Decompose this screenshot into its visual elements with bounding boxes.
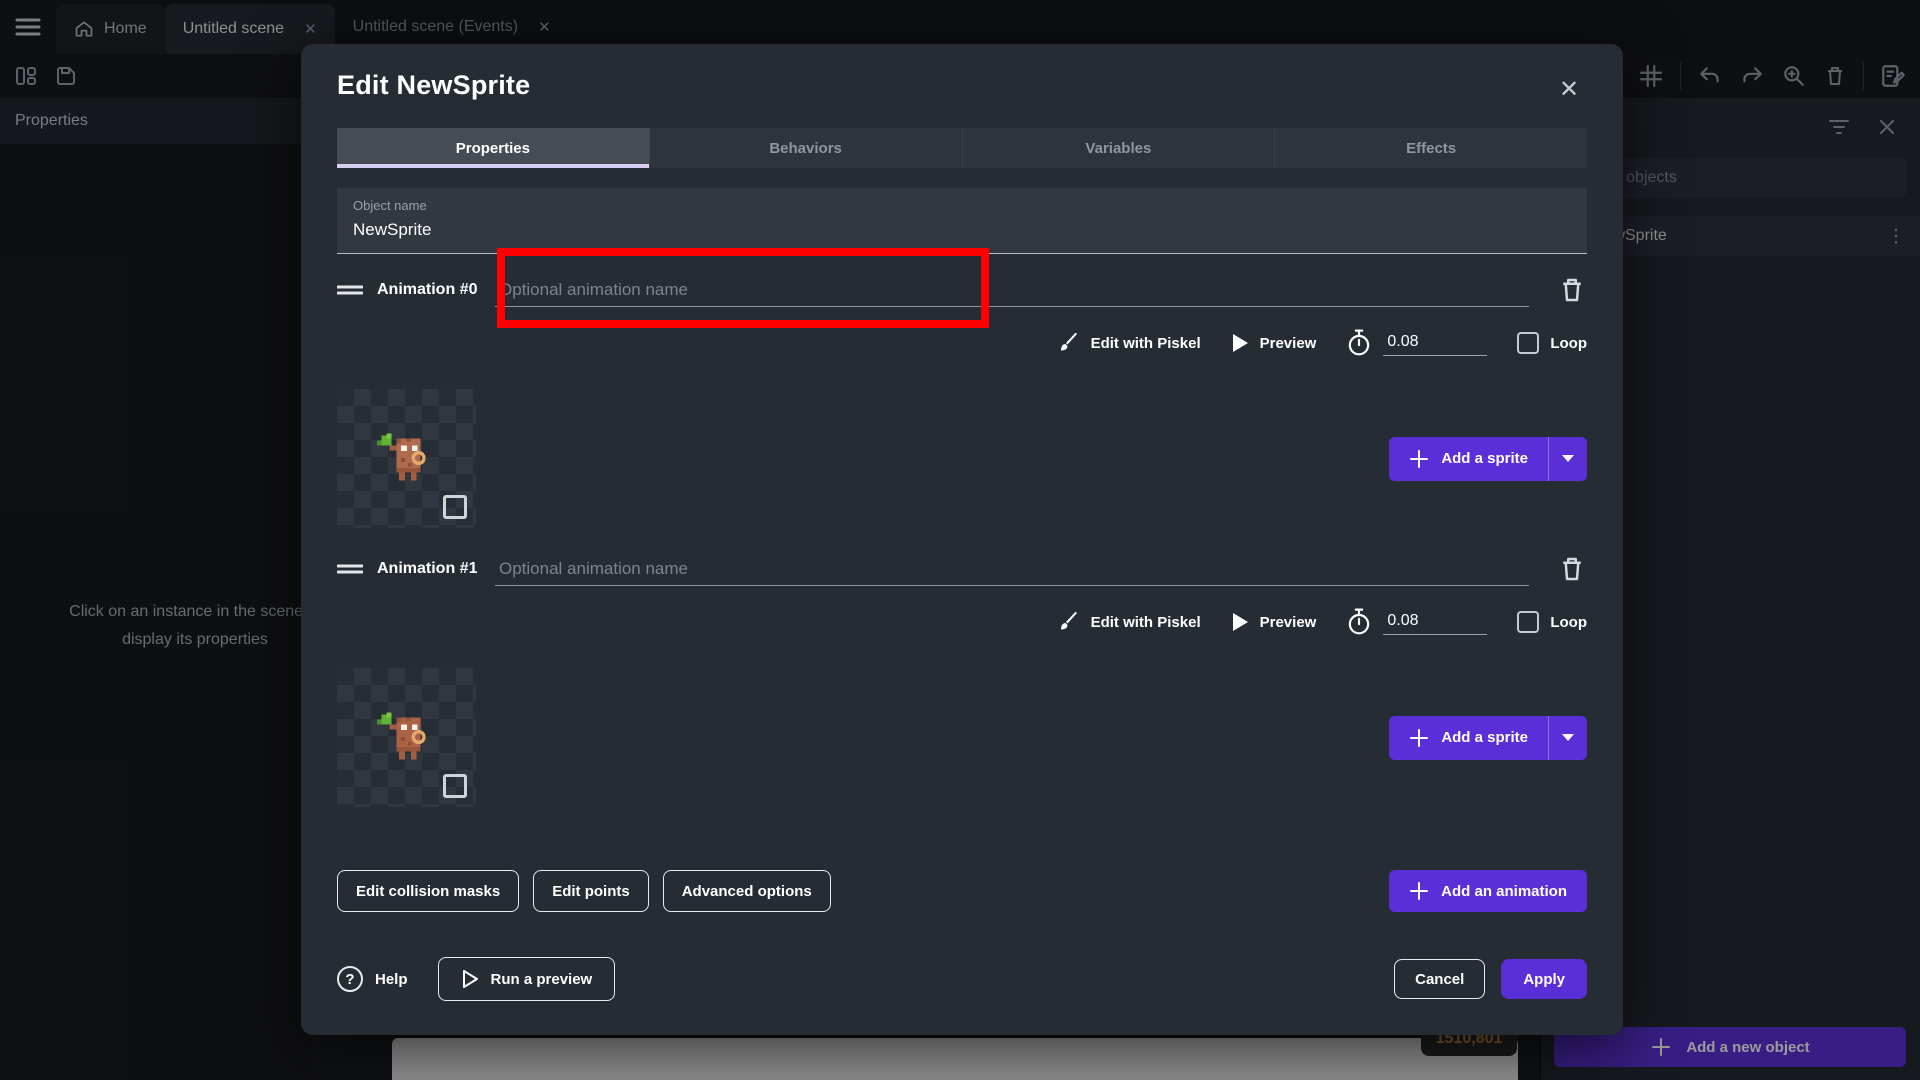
add-sprite-button[interactable]: Add a sprite [1389,716,1587,760]
trash-icon[interactable] [1557,275,1587,305]
time-between-frames-input[interactable] [1383,610,1487,635]
chevron-down-icon[interactable] [1549,733,1587,742]
add-sprite-button[interactable]: Add a sprite [1389,437,1587,481]
plus-icon [1409,881,1429,901]
play-icon [1231,612,1249,632]
dialog-footer: ? Help Run a preview Cancel Apply [337,957,1587,1001]
sprite-select-checkbox[interactable] [443,774,467,798]
plus-icon [1409,449,1429,469]
animation-0-label: Animation #0 [377,281,495,299]
sprite-select-checkbox[interactable] [443,495,467,519]
play-icon [1231,333,1249,353]
preview-button[interactable]: Preview [1231,333,1317,353]
edit-collision-masks-button[interactable]: Edit collision masks [337,870,519,912]
object-name-value: NewSprite [353,220,1571,240]
trash-icon[interactable] [1557,554,1587,584]
loop-checkbox[interactable] [1517,332,1539,354]
loop-toggle[interactable]: Loop [1517,332,1587,354]
animation-1-header: Animation #1 [337,549,1587,589]
dialog-actions-row: Edit collision masks Edit points Advance… [337,870,1587,912]
app-window: Home Untitled scene ✕ Untitled scene (Ev… [0,0,1920,1080]
edit-with-piskel-button[interactable]: Edit with Piskel [1056,610,1201,634]
preview-button[interactable]: Preview [1231,612,1317,632]
animation-0-sprites: Add a sprite [337,389,1587,528]
time-between-frames-input[interactable] [1383,331,1487,356]
animation-0-name-input[interactable] [495,273,1529,307]
object-name-label: Object name [353,198,1571,213]
time-between-frames [1346,608,1487,636]
dialog-close-icon[interactable]: ✕ [1555,76,1583,104]
drag-handle-icon[interactable] [337,563,363,575]
tab-properties[interactable]: Properties [337,128,650,168]
add-animation-button[interactable]: Add an animation [1389,870,1587,912]
brush-icon [1056,610,1080,634]
object-name-field[interactable]: Object name NewSprite [337,188,1587,254]
sprite-thumbnail[interactable] [337,668,476,807]
dialog-title: Edit NewSprite [337,70,1587,101]
question-icon: ? [337,966,363,992]
tab-behaviors[interactable]: Behaviors [650,128,963,168]
play-outline-icon [461,969,479,989]
edit-sprite-dialog: ✕ Edit NewSprite Properties Behaviors Va… [301,44,1623,1035]
brush-icon [1056,331,1080,355]
advanced-options-button[interactable]: Advanced options [663,870,831,912]
loop-toggle[interactable]: Loop [1517,611,1587,633]
sprite-image [367,421,445,499]
time-between-frames [1346,329,1487,357]
animation-1-name-input[interactable] [495,552,1529,586]
run-preview-button[interactable]: Run a preview [438,957,616,1001]
sprite-image [367,700,445,778]
plus-icon [1409,728,1429,748]
animation-0-controls: Edit with Piskel Preview Loop [337,322,1587,364]
sprite-thumbnail[interactable] [337,389,476,528]
animation-1-sprites: Add a sprite [337,668,1587,807]
animation-1-controls: Edit with Piskel Preview Loop [337,601,1587,643]
tab-effects[interactable]: Effects [1275,128,1587,168]
animation-1-label: Animation #1 [377,560,495,578]
cancel-button[interactable]: Cancel [1394,959,1485,999]
animation-0-header: Animation #0 [337,270,1587,310]
edit-with-piskel-button[interactable]: Edit with Piskel [1056,331,1201,355]
loop-checkbox[interactable] [1517,611,1539,633]
apply-button[interactable]: Apply [1501,959,1587,999]
help-button[interactable]: ? Help [337,966,408,992]
drag-handle-icon[interactable] [337,284,363,296]
edit-points-button[interactable]: Edit points [533,870,649,912]
stopwatch-icon [1346,329,1372,357]
chevron-down-icon[interactable] [1549,454,1587,463]
tab-variables[interactable]: Variables [963,128,1276,168]
stopwatch-icon [1346,608,1372,636]
dialog-tabs: Properties Behaviors Variables Effects [337,128,1587,168]
